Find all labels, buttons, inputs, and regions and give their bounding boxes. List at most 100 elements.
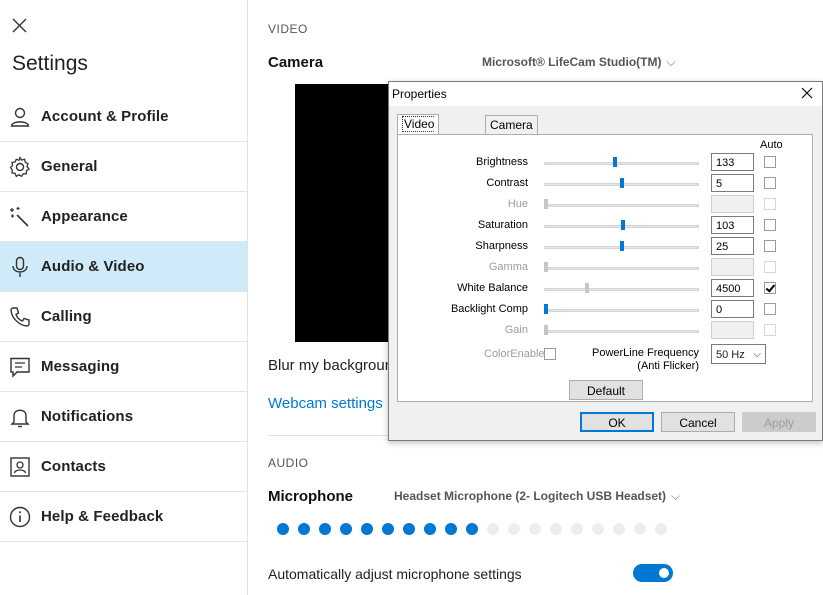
dialog-title: Properties (392, 87, 447, 101)
microphone-icon (12, 256, 28, 277)
nav-item-account-profile[interactable]: Account & Profile (0, 92, 247, 142)
auto-checkbox[interactable] (764, 156, 776, 168)
property-slider (544, 267, 699, 270)
property-row: Backlight Comp 0 (389, 300, 822, 320)
mic-level-dot (403, 523, 415, 535)
property-label: White Balance (457, 282, 528, 294)
property-slider[interactable] (544, 309, 699, 312)
nav-label: Calling (41, 308, 92, 325)
property-label: Backlight Comp (450, 303, 528, 315)
property-slider (544, 330, 699, 333)
powerline-value: 50 Hz (716, 349, 745, 361)
contact-card-icon (10, 457, 30, 477)
property-row: Sharpness 25 (389, 237, 822, 257)
nav-item-general[interactable]: General (0, 142, 247, 192)
ok-button[interactable]: OK (580, 412, 654, 432)
auto-adjust-mic-toggle[interactable] (633, 564, 673, 582)
camera-preview (295, 84, 395, 342)
slider-thumb[interactable] (585, 283, 589, 293)
property-value-field[interactable]: 0 (711, 300, 754, 318)
property-row: Gamma (389, 258, 822, 278)
nav-item-calling[interactable]: Calling (0, 292, 247, 342)
camera-device-name: Microsoft® LifeCam Studio(TM) (482, 55, 662, 69)
property-value-field[interactable]: 103 (711, 216, 754, 234)
slider-thumb[interactable] (620, 178, 624, 188)
nav-item-notifications[interactable]: Notifications (0, 392, 247, 442)
info-icon (9, 506, 31, 528)
nav-label: Appearance (41, 208, 128, 225)
property-row: Brightness 133 (389, 153, 822, 173)
property-value-field[interactable]: 5 (711, 174, 754, 192)
auto-checkbox[interactable] (764, 219, 776, 231)
auto-checkbox (764, 261, 776, 273)
property-slider[interactable] (544, 288, 699, 291)
nav-item-contacts[interactable]: Contacts (0, 442, 247, 492)
property-row: White Balance 4500 (389, 279, 822, 299)
mic-level-meter (277, 523, 676, 535)
webcam-settings-link[interactable]: Webcam settings (268, 395, 383, 412)
auto-checkbox[interactable] (764, 303, 776, 315)
property-row: Gain (389, 321, 822, 341)
dialog-titlebar[interactable]: Properties (389, 82, 822, 106)
close-icon[interactable] (10, 16, 30, 36)
slider-thumb (544, 199, 548, 209)
mic-level-dot (508, 523, 520, 535)
slider-thumb[interactable] (620, 241, 624, 251)
camera-label: Camera (268, 54, 324, 71)
property-label: Gamma (488, 261, 528, 273)
microphone-select[interactable]: Headset Microphone (2- Logitech USB Head… (394, 489, 680, 504)
nav-item-audio-video[interactable]: Audio & Video (0, 242, 247, 292)
nav-label: Account & Profile (41, 108, 169, 125)
camera-select[interactable]: Microsoft® LifeCam Studio(TM) ⌵ (482, 55, 676, 70)
mic-level-dot (550, 523, 562, 535)
property-value-field[interactable]: 4500 (711, 279, 754, 297)
property-value-field[interactable]: 133 (711, 153, 754, 171)
default-button[interactable]: Default (569, 380, 643, 400)
mic-level-dot (655, 523, 667, 535)
settings-title: Settings (12, 52, 88, 75)
mic-level-dot (571, 523, 583, 535)
tab-camera-control[interactable]: Camera Control (485, 115, 538, 150)
mic-level-dot (487, 523, 499, 535)
slider-thumb (544, 325, 548, 335)
property-label: Contrast (486, 177, 528, 189)
close-icon[interactable] (800, 86, 814, 100)
tab-video-proc-amp[interactable]: Video Proc Amp (397, 114, 440, 168)
toggle-knob (659, 568, 669, 578)
mic-level-dot (319, 523, 331, 535)
property-row: Saturation 103 (389, 216, 822, 236)
slider-thumb (544, 262, 548, 272)
mic-level-dot (382, 523, 394, 535)
mic-level-dot (613, 523, 625, 535)
nav-label: Help & Feedback (41, 508, 164, 525)
apply-button[interactable]: Apply (742, 412, 816, 432)
mic-level-dot (340, 523, 352, 535)
cancel-button[interactable]: Cancel (661, 412, 735, 432)
property-value-field[interactable]: 25 (711, 237, 754, 255)
mic-level-dot (424, 523, 436, 535)
property-value-field (711, 258, 754, 276)
chevron-down-icon: ⌵ (753, 349, 761, 360)
slider-thumb[interactable] (613, 157, 617, 167)
chevron-down-icon: ⌵ (671, 489, 681, 503)
auto-checkbox[interactable] (764, 282, 776, 294)
nav-item-messaging[interactable]: Messaging (0, 342, 247, 392)
powerline-frequency-label: PowerLine Frequency (Anti Flicker) (592, 347, 699, 373)
auto-checkbox (764, 198, 776, 210)
property-label: Saturation (477, 219, 528, 231)
powerline-frequency-select[interactable]: 50 Hz ⌵ (711, 344, 766, 364)
microphone-label: Microphone (268, 488, 353, 505)
mic-level-dot (361, 523, 373, 535)
property-label: Gain (504, 324, 528, 336)
slider-thumb[interactable] (544, 304, 548, 314)
video-section-label: VIDEO (268, 22, 308, 36)
auto-checkbox[interactable] (764, 240, 776, 252)
nav-item-help-feedback[interactable]: Help & Feedback (0, 492, 247, 542)
mic-level-dot (277, 523, 289, 535)
slider-thumb[interactable] (621, 220, 625, 230)
auto-checkbox[interactable] (764, 177, 776, 189)
nav-item-appearance[interactable]: Appearance (0, 192, 247, 242)
property-slider[interactable] (544, 162, 699, 165)
person-icon (10, 107, 30, 127)
property-row: Hue (389, 195, 822, 215)
